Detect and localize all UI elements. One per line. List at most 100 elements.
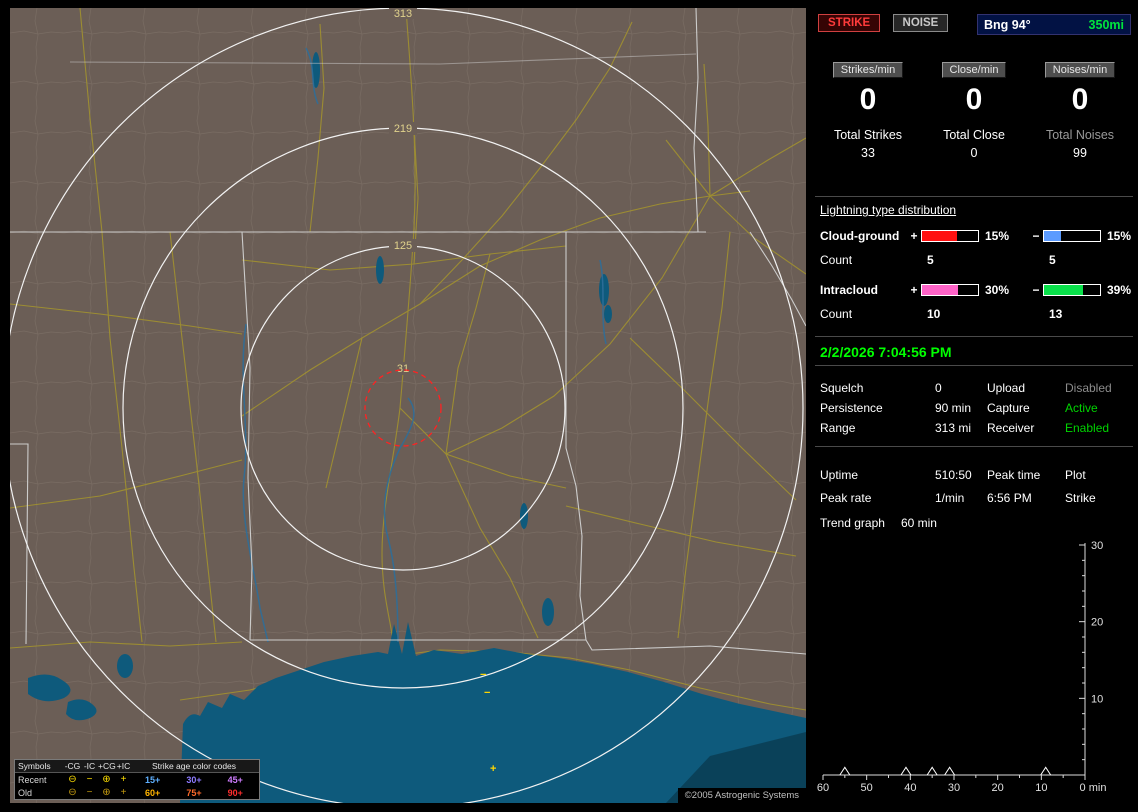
neg-cg-icon: ⊖	[68, 774, 77, 785]
receiver-label: Receiver	[987, 421, 1035, 435]
cg-positive-percent: 15%	[985, 229, 1010, 243]
status-row: Persistence 90 min Capture Active	[815, 398, 1133, 418]
svg-text:0 min: 0 min	[1080, 782, 1107, 794]
stats-row: Peak rate 1/min 6:56 PM Strike	[815, 486, 1133, 509]
noises-per-min-value: 0	[1071, 83, 1089, 116]
range-ring-label: 219	[394, 123, 412, 135]
legend-col-pos-cg: +CG	[98, 761, 116, 771]
cloud-ground-label: Cloud-ground	[820, 229, 900, 243]
pos-cg-icon: ⊕	[102, 787, 111, 798]
svg-text:20: 20	[1091, 617, 1103, 629]
cloud-ground-row: Cloud-ground + 15% − 15%	[815, 229, 1133, 243]
noise-button[interactable]: NOISE	[892, 14, 949, 32]
age-code: 15+	[145, 774, 161, 785]
range-label: Range	[820, 421, 856, 435]
plot-value: Strike	[1065, 490, 1096, 505]
ic-negative-count: 13	[1049, 307, 1063, 321]
strikes-counter: Strikes/min 0 Total Strikes 33	[815, 62, 921, 160]
strike-symbol: −	[484, 687, 490, 699]
capture-value: Active	[1065, 401, 1098, 415]
upload-label: Upload	[987, 381, 1026, 395]
legend-old-label: Old	[18, 787, 33, 798]
uptime-label: Uptime	[820, 467, 859, 482]
close-per-min-value: 0	[965, 83, 983, 116]
peak-time-value: 6:56 PM	[987, 490, 1032, 505]
svg-text:10: 10	[1035, 782, 1047, 794]
upload-value: Disabled	[1065, 381, 1112, 395]
legend-age-header: Strike age color codes	[151, 761, 237, 771]
intracloud-label: Intracloud	[820, 283, 879, 297]
peak-rate-value: 1/min	[935, 490, 965, 505]
receiver-value: Enabled	[1065, 421, 1110, 435]
close-per-min-button[interactable]: Close/min	[941, 62, 1007, 78]
map-legend: Symbols -CG -IC +CG +IC Strike age color…	[14, 759, 260, 800]
age-code: 45+	[227, 774, 243, 785]
trend-chart: 10 20 30 60 50 40 30 20 10 0 min	[815, 540, 1133, 811]
mode-toolbar: STRIKE NOISE Bng 94° 350mi	[818, 14, 1133, 36]
ic-positive-bar-fill	[922, 285, 958, 295]
stats-section: Uptime 510:50 Peak time Plot Peak rate 1…	[815, 456, 1133, 531]
legend-recent-label: Recent	[18, 774, 47, 785]
total-close-value: 0	[970, 146, 978, 160]
ic-positive-bar	[921, 284, 979, 296]
count-label: Count	[820, 253, 853, 267]
rate-counters: Strikes/min 0 Total Strikes 33 Close/min…	[815, 62, 1133, 160]
total-close-label: Total Close	[943, 128, 1005, 142]
cg-negative-bar-fill	[1044, 231, 1061, 241]
legend-row-old: Old ⊖ − ⊕ + 60+ 75+ 90+	[15, 786, 259, 799]
persistence-value: 90 min	[935, 401, 972, 415]
capture-label: Capture	[987, 401, 1030, 415]
strike-button[interactable]: STRIKE	[818, 14, 881, 32]
neg-cg-icon: ⊖	[68, 787, 77, 798]
datetime-display: 2/2/2026 7:04:56 PM	[815, 336, 1133, 366]
neg-ic-icon: −	[86, 787, 93, 798]
range-value: 313 mi	[935, 421, 972, 435]
total-strikes-value: 33	[861, 146, 875, 160]
svg-text:10: 10	[1091, 693, 1103, 705]
intracloud-row: Intracloud + 30% − 39%	[815, 283, 1133, 297]
age-code: 60+	[145, 787, 161, 798]
age-code: 90+	[227, 787, 243, 798]
lightning-map[interactable]: 313 219 125 31 − − + Symbols -CG -IC +CG…	[10, 8, 806, 803]
cg-negative-count: 5	[1049, 253, 1056, 267]
trend-graph-label: Trend graph	[820, 516, 885, 530]
status-row: Squelch 0 Upload Disabled	[815, 378, 1133, 398]
ic-positive-count: 10	[927, 307, 941, 321]
lightning-distribution: Lightning type distribution Cloud-ground…	[815, 196, 1133, 321]
trend-chart-svg: 10 20 30 60 50 40 30 20 10 0 min	[817, 540, 1107, 794]
ic-negative-percent: 39%	[1107, 283, 1132, 297]
strikes-per-min-value: 0	[859, 83, 877, 116]
trend-graph-duration[interactable]: 60 min	[901, 516, 937, 530]
squelch-value: 0	[935, 381, 942, 395]
strikes-per-min-button[interactable]: Strikes/min	[832, 62, 904, 78]
noises-per-min-button[interactable]: Noises/min	[1044, 62, 1116, 78]
range-ring-label: 31	[397, 363, 409, 375]
legend-col-neg-cg: -CG	[64, 761, 81, 771]
bearing-range-box: Bng 94° 350mi	[977, 14, 1131, 35]
close-counter: Close/min 0 Total Close 0	[921, 62, 1027, 160]
cloud-ground-count-row: Count 5 5	[815, 253, 1133, 267]
noises-counter: Noises/min 0 Total Noises 99	[1027, 62, 1133, 160]
cg-negative-percent: 15%	[1107, 229, 1132, 243]
control-panel: STRIKE NOISE Bng 94° 350mi Strikes/min 0…	[815, 0, 1133, 812]
range-ring-label: 313	[394, 8, 412, 20]
total-strikes-label: Total Strikes	[833, 128, 903, 142]
ic-negative-bar	[1043, 284, 1101, 296]
minus-sign: −	[1032, 283, 1040, 297]
trend-graph-row: Trend graph 60 min	[815, 516, 1133, 530]
total-noises-value: 99	[1073, 146, 1087, 160]
uptime-value: 510:50	[935, 467, 972, 482]
pos-ic-icon: +	[120, 787, 127, 798]
plus-sign: +	[910, 229, 918, 243]
map-canvas: 313 219 125 31 − − +	[10, 8, 806, 803]
strike-symbol: −	[480, 669, 486, 681]
legend-col-neg-ic: -IC	[83, 761, 96, 771]
copyright-label: ©2005 Astrogenic Systems	[677, 788, 806, 803]
peak-rate-label: Peak rate	[820, 490, 872, 505]
peak-time-label: Peak time	[987, 467, 1041, 482]
age-code: 30+	[186, 774, 202, 785]
total-noises-label: Total Noises	[1045, 128, 1115, 142]
status-section: Squelch 0 Upload Disabled Persistence 90…	[815, 372, 1133, 447]
cg-positive-count: 5	[927, 253, 934, 267]
plus-sign: +	[910, 283, 918, 297]
